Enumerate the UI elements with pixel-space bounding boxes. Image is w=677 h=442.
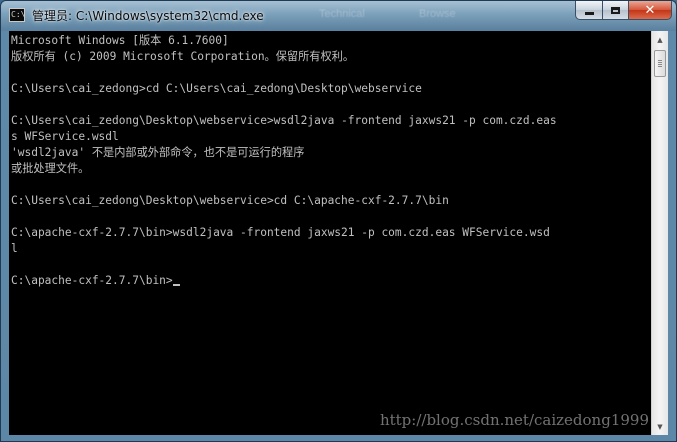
caption-buttons: ✕ <box>575 1 672 21</box>
vertical-scrollbar[interactable]: ▲ ▼ <box>651 31 668 435</box>
console-line: C:\apache-cxf-2.7.7\bin>wsdl2java -front… <box>11 225 651 241</box>
console-line: 版权所有 (c) 2009 Microsoft Corporation。保留所有… <box>11 49 651 65</box>
console-line: C:\Users\cai_zedong\Desktop\webservice>w… <box>11 113 651 129</box>
text-cursor <box>172 284 180 286</box>
maximize-icon <box>611 6 620 14</box>
chevron-up-icon: ▲ <box>657 35 663 44</box>
console-line: l <box>11 241 651 257</box>
title-bar[interactable]: Technical Browse C:\ 管理员: C:\Windows\sys… <box>1 1 676 31</box>
maximize-button[interactable] <box>602 1 628 20</box>
console-line-text: C:\Users\cai_zedong\Desktop\webservice>c… <box>11 194 449 207</box>
window-frame-bottom <box>1 433 676 441</box>
console-output[interactable]: Microsoft Windows [版本 6.1.7600] 版权所有 (c) … <box>9 31 651 435</box>
console-line: s WFService.wsdl <box>11 129 651 145</box>
console-line-text: C:\apache-cxf-2.7.7\bin> <box>11 274 173 287</box>
console-line-text: Microsoft Windows [版本 6.1.7600] <box>11 34 229 47</box>
cmd-window: Technical Browse C:\ 管理员: C:\Windows\sys… <box>0 0 677 442</box>
background-window-text: Browse <box>419 8 456 20</box>
close-button[interactable]: ✕ <box>628 1 672 20</box>
console-app-icon[interactable]: C:\ <box>9 8 25 22</box>
console-text-area: Microsoft Windows [版本 6.1.7600] 版权所有 (c) … <box>11 33 651 289</box>
console-line-text: C:\Users\cai_zedong\Desktop\webservice>w… <box>11 114 557 127</box>
close-icon: ✕ <box>644 2 656 18</box>
grip-icon <box>658 60 662 67</box>
console-line: C:\Users\cai_zedong\Desktop\webservice>c… <box>11 193 651 209</box>
console-app-icon-text: C:\ <box>11 10 25 19</box>
minimize-icon <box>584 11 594 15</box>
minimize-button[interactable] <box>575 1 602 20</box>
console-line: 或批处理文件。 <box>11 161 651 177</box>
console-line-text: 版权所有 (c) 2009 Microsoft Corporation。保留所有… <box>11 50 355 63</box>
scroll-up-button[interactable]: ▲ <box>652 31 668 48</box>
window-title: 管理员: C:\Windows\system32\cmd.exe <box>32 9 264 23</box>
console-line-text: 'wsdl2java' 不是内部或外部命令，也不是可运行的程序 <box>11 146 305 159</box>
console-line: C:\Users\cai_zedong>cd C:\Users\cai_zedo… <box>11 81 651 97</box>
watermark: http://blog.csdn.net/caizedong1999 <box>379 411 649 429</box>
console-line-text: C:\apache-cxf-2.7.7\bin>wsdl2java -front… <box>11 226 550 239</box>
console-line-text: C:\Users\cai_zedong>cd C:\Users\cai_zedo… <box>11 82 422 95</box>
background-window-text: Technical <box>319 8 365 20</box>
console-line-text: 或批处理文件。 <box>11 162 90 175</box>
console-line-text: l <box>11 242 18 255</box>
scroll-thumb[interactable] <box>654 50 666 77</box>
console-line-text: s WFService.wsdl <box>11 130 119 143</box>
console-line: Microsoft Windows [版本 6.1.7600] <box>11 33 651 49</box>
console-line: C:\apache-cxf-2.7.7\bin> <box>11 273 651 289</box>
console-line: 'wsdl2java' 不是内部或外部命令，也不是可运行的程序 <box>11 145 651 161</box>
chevron-down-icon: ▼ <box>657 422 663 431</box>
